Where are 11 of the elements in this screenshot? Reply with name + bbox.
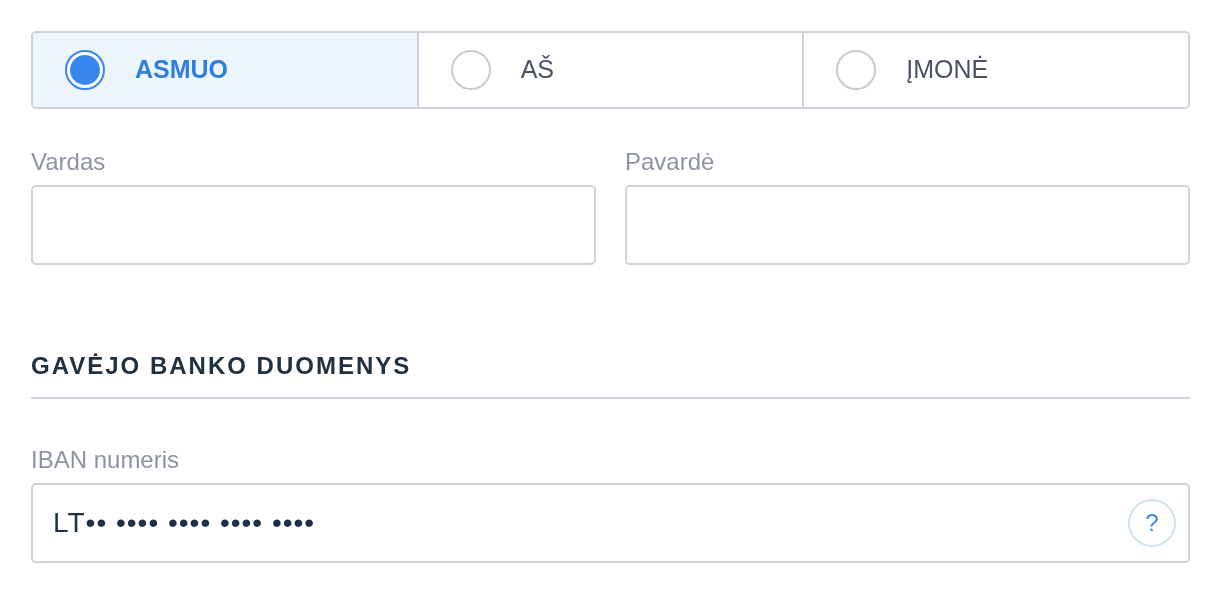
radio-button[interactable] xyxy=(65,50,105,90)
input-field[interactable] xyxy=(625,185,1190,265)
recipient-type-option[interactable]: ĮMONĖ xyxy=(802,33,1188,107)
field-label: IBAN numeris xyxy=(31,445,181,475)
radio-button[interactable] xyxy=(836,50,877,90)
input-field[interactable] xyxy=(31,185,596,265)
radio-button[interactable] xyxy=(450,50,491,90)
field-label: Pavardė xyxy=(625,147,716,177)
field-label: Vardas xyxy=(31,147,107,177)
recipient-type-option[interactable]: ASMUO xyxy=(33,33,417,107)
section-heading: GAVĖJO BANKO DUOMENYS xyxy=(31,351,1190,399)
